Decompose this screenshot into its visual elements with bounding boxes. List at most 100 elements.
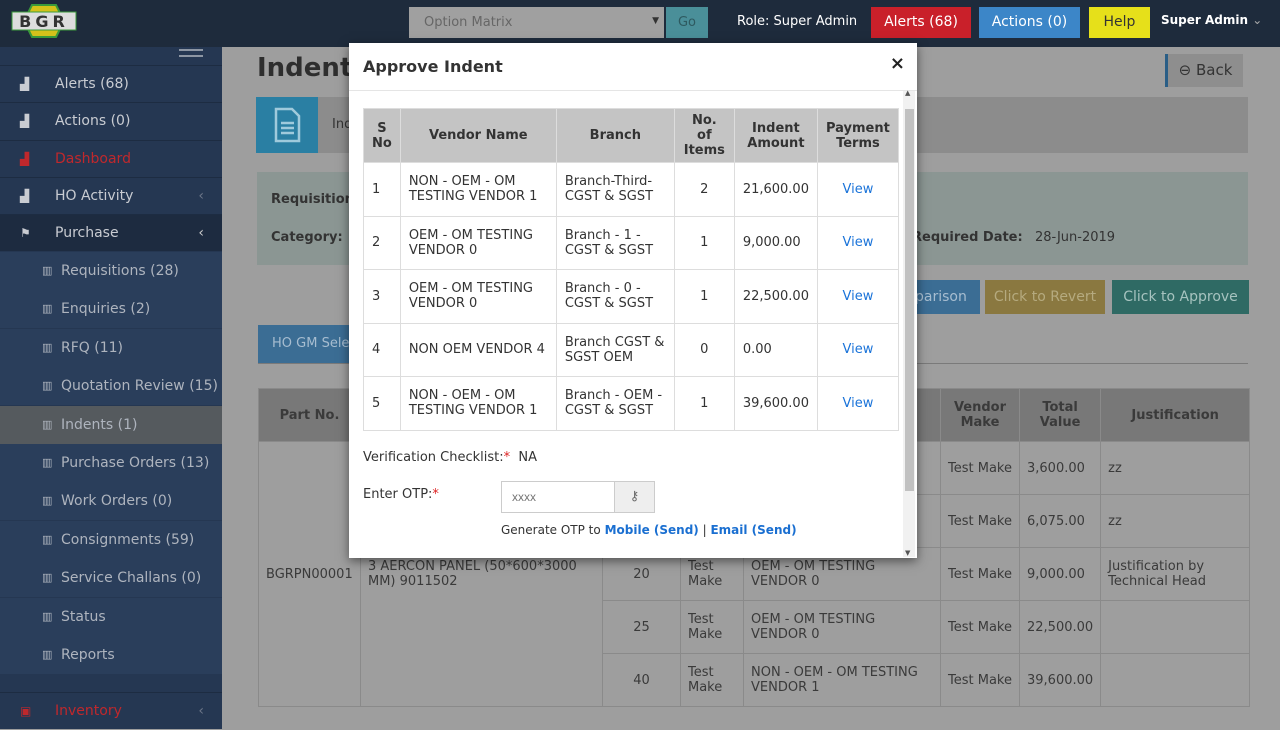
payment-terms-view-link[interactable]: View — [842, 235, 873, 250]
sidebar-item-ho-activity[interactable]: ▟ HO Activity ‹ — [0, 177, 222, 214]
chart-icon: ▟ — [20, 189, 30, 203]
comparison-button[interactable]: parison — [915, 280, 980, 314]
back-label: Back — [1195, 61, 1233, 79]
label: Service Challans (0) — [61, 570, 202, 587]
header-no-of-items: No. of Items — [673, 108, 735, 163]
flag-icon: ⚑ — [20, 226, 31, 240]
bar-chart-icon: ▥ — [42, 571, 53, 585]
sidebar-item-actions[interactable]: ▟ Actions (0) — [0, 102, 222, 139]
sidebar-subitem[interactable]: ▥ Status — [0, 597, 222, 636]
payment-terms-view-link[interactable]: View — [842, 182, 873, 197]
caret-down-icon: ▼ — [652, 16, 659, 26]
indent-amount: 21,600.00 — [733, 162, 818, 217]
label: Consignments (59) — [61, 531, 195, 548]
scroll-down-icon[interactable]: ▼ — [905, 549, 910, 557]
revert-button[interactable]: Click to Revert — [985, 280, 1105, 314]
back-button[interactable]: ⊖ Back — [1165, 54, 1243, 87]
indent-amount: 39,600.00 — [733, 376, 818, 431]
user-name: Super Admin — [1161, 13, 1249, 27]
separator: | — [702, 523, 707, 537]
mobile-send-link[interactable]: Mobile (Send) — [605, 523, 699, 537]
label: Requisitions (28) — [61, 263, 179, 279]
hamburger-icon[interactable] — [179, 49, 203, 57]
tab-ho-gm[interactable]: HO GM Sele — [258, 325, 350, 363]
go-button[interactable]: Go — [666, 7, 708, 38]
vendor-name: OEM - OM TESTING VENDOR 0 — [399, 269, 557, 324]
approve-button[interactable]: Click to Approve — [1112, 280, 1249, 314]
sidebar-subitem[interactable]: ▥ RFQ (11) — [0, 328, 222, 367]
label: Reports — [61, 647, 115, 663]
key-icon[interactable]: ⚷ — [614, 481, 655, 513]
required-date-value: 28-Jun-2019 — [1035, 230, 1116, 245]
total-value: 39,600.00 — [1018, 653, 1102, 707]
header-sno: S No — [363, 108, 401, 163]
branch: Branch CGST & SGST OEM — [555, 322, 675, 377]
scroll-up-icon[interactable]: ▲ — [905, 89, 910, 97]
bar-chart-icon: ▥ — [42, 532, 53, 546]
sidebar-subitem[interactable]: ▥ Indents (1) — [0, 405, 222, 444]
sno: 2 — [363, 215, 401, 270]
email-send-link[interactable]: Email (Send) — [710, 523, 796, 537]
sidebar-item-inventory[interactable]: ▣ Inventory ‹ — [0, 692, 222, 729]
sidebar: ▟ Alerts (68) ▟ Actions (0) ▟ Dashboard ▟ HO… — [0, 47, 222, 729]
sidebar-subitem[interactable]: ▥ Consignments (59) — [0, 520, 222, 559]
sidebar-subitem[interactable]: ▥ Quotation Review (15) — [0, 367, 222, 406]
label: Indents (1) — [61, 416, 138, 433]
sno: 5 — [363, 376, 401, 431]
actions-button[interactable]: Actions (0) — [979, 7, 1080, 38]
scrollbar-thumb[interactable] — [905, 109, 914, 491]
category-label: Category: — [271, 230, 343, 245]
sidebar-subitem[interactable]: ▥ Purchase Orders (13) — [0, 444, 222, 482]
option-matrix-select[interactable]: Option Matrix ▼ — [409, 7, 664, 38]
indent-amount: 22,500.00 — [733, 269, 818, 324]
chevron-left-icon: ‹ — [198, 225, 204, 241]
label: Actions (0) — [55, 113, 131, 129]
no-of-items: 1 — [673, 376, 735, 431]
checklist-label: Verification Checklist: — [363, 450, 504, 465]
vendor-table: S No Vendor Name Branch No. of Items Ind… — [363, 108, 899, 431]
otp-input[interactable] — [501, 481, 615, 513]
chart-icon: ▟ — [20, 77, 30, 91]
payment-terms-view-link[interactable]: View — [842, 342, 873, 357]
sno: 4 — [363, 322, 401, 377]
user-menu[interactable]: Super Admin ⌄ — [1161, 13, 1262, 27]
sidebar-subitem[interactable]: ▥ Enquiries (2) — [0, 290, 222, 329]
verification-checklist: Verification Checklist:* NA — [363, 450, 537, 465]
modal-scrollbar[interactable]: ▲ ▼ — [903, 89, 915, 557]
justification — [1100, 653, 1251, 707]
generate-prefix: Generate OTP to — [501, 523, 601, 537]
qty: 40 — [602, 653, 681, 707]
justification — [1100, 600, 1251, 654]
header-part-no: Part No. — [258, 388, 361, 442]
required-marker: * — [503, 450, 511, 465]
vendor-make: Test Make — [940, 653, 1020, 707]
label: Purchase Orders (13) — [61, 455, 210, 471]
sidebar-subitem[interactable]: ▥ Service Challans (0) — [0, 559, 222, 598]
chevron-left-icon: ‹ — [198, 188, 204, 204]
payment-terms-view-link[interactable]: View — [842, 289, 873, 304]
alerts-button[interactable]: Alerts (68) — [871, 7, 971, 38]
label: HO Activity — [55, 188, 134, 204]
vendor-make: Test Make — [940, 600, 1020, 654]
help-button[interactable]: Help — [1089, 7, 1150, 38]
sidebar-subitem[interactable]: ▥ Work Orders (0) — [0, 482, 222, 521]
header-vendor-name: Vendor Name — [399, 108, 557, 163]
part-no: BGRPN00001 — [258, 441, 361, 707]
label: Alerts (68) — [55, 76, 129, 92]
sidebar-item-dashboard[interactable]: ▟ Dashboard — [0, 140, 222, 177]
chart-icon: ▟ — [20, 152, 30, 166]
qty: 25 — [602, 600, 681, 654]
make: Test Make — [680, 600, 744, 654]
sidebar-subitem[interactable]: ▥ Reports — [0, 636, 222, 674]
vendor-make: Test Make — [940, 494, 1020, 548]
label: Dashboard — [55, 151, 131, 167]
bgr-logo[interactable]: BGR — [10, 4, 78, 38]
close-icon[interactable]: × — [890, 53, 905, 74]
sidebar-item-alerts[interactable]: ▟ Alerts (68) — [0, 65, 222, 102]
vendor-row: 2 OEM - OM TESTING VENDOR 0 Branch - 1 - C… — [363, 215, 899, 270]
payment-terms-view-link[interactable]: View — [842, 396, 873, 411]
sidebar-item-purchase[interactable]: ⚑ Purchase ‹ — [0, 214, 222, 251]
sidebar-subitem[interactable]: ▥ Requisitions (28) — [0, 252, 222, 290]
label: Purchase — [55, 225, 119, 241]
vendor-name: OEM - OM TESTING VENDOR 0 — [399, 215, 557, 270]
